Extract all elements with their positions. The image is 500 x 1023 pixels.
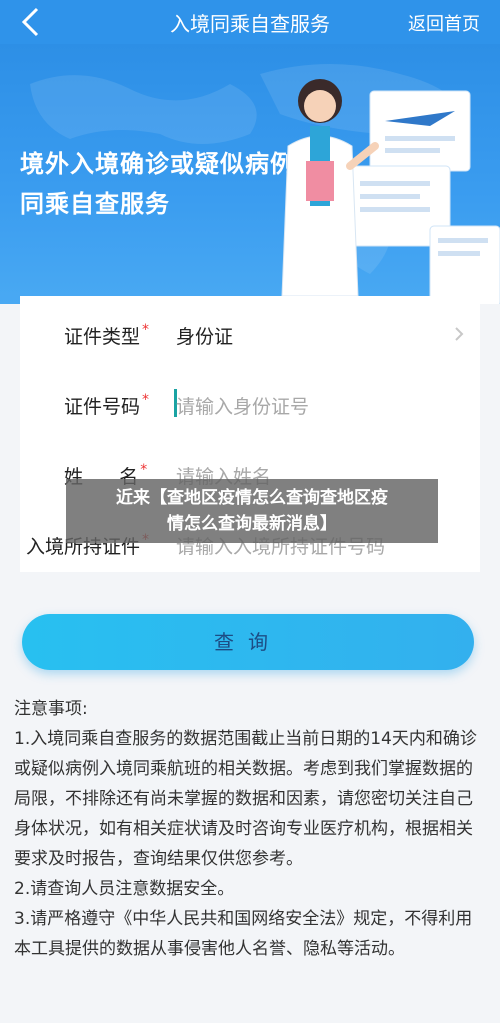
query-button[interactable]: 查询	[22, 614, 474, 670]
id-number-label: 证件号码 *	[64, 392, 150, 418]
required-mark: *	[142, 322, 150, 338]
chevron-right-icon	[455, 327, 464, 341]
note-item-1: 1.入境同乘自查服务的数据范围截止当前日期的14天内和确诊或疑似病例入境同乘航班…	[14, 729, 477, 869]
overlay-line-2: 情怎么查询最新消息】	[167, 514, 337, 534]
overlay-caption: 近来【查地区疫情怎么查询查地区疫 情怎么查询最新消息】	[66, 479, 438, 543]
overlay-line-1: 近来【查地区疫情怎么查询查地区疫	[116, 488, 388, 508]
id-number-placeholder: 请输入身份证号	[176, 396, 310, 418]
banner-heading: 境外入境确诊或疑似病例 同乘自查服务	[20, 144, 295, 224]
id-number-field[interactable]: 证件号码 * 请输入身份证号	[20, 370, 480, 440]
id-type-value: 身份证	[176, 326, 234, 348]
banner: 境外入境确诊或疑似病例 同乘自查服务	[0, 44, 500, 304]
notes-section: 注意事项: 1.入境同乘自查服务的数据范围截止当前日期的14天内和确诊或疑似病例…	[14, 694, 488, 964]
required-mark: *	[140, 462, 148, 478]
id-type-label: 证件类型 *	[64, 322, 150, 348]
doctor-illustration	[281, 79, 500, 304]
required-mark: *	[142, 392, 150, 408]
banner-line-2: 同乘自查服务	[20, 190, 170, 218]
top-bar: 入境同乘自查服务 返回首页	[0, 0, 500, 44]
note-item-2: 2.请查询人员注意数据安全。	[14, 879, 235, 899]
home-link[interactable]: 返回首页	[408, 10, 480, 36]
banner-line-1: 境外入境确诊或疑似病例	[20, 150, 295, 178]
id-type-select[interactable]: 证件类型 * 身份证	[20, 300, 480, 370]
notes-title: 注意事项:	[14, 699, 88, 719]
note-item-3: 3.请严格遵守《中华人民共和国网络安全法》规定，不得利用本工具提供的数据从事侵害…	[14, 909, 473, 959]
